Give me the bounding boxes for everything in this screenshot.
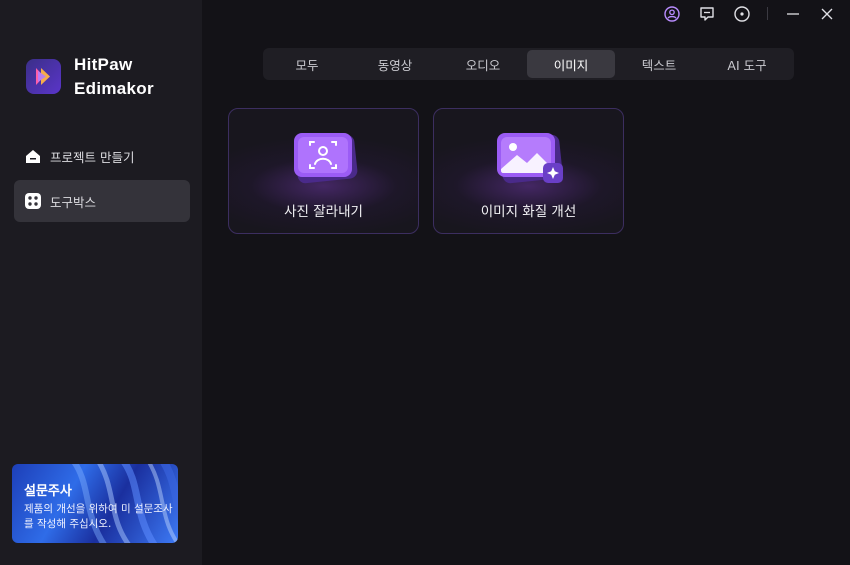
tab-video[interactable]: 동영상 — [351, 50, 439, 78]
app-logo-icon — [26, 59, 61, 94]
survey-banner[interactable]: 설문주사 제품의 개선을 위하여 미 설문조사를 작성해 주십시오. — [12, 464, 178, 543]
sidebar-item-toolbox[interactable]: 도구박스 — [14, 180, 190, 222]
tool-card-label: 사진 잘라내기 — [284, 204, 363, 220]
tool-card-photo-crop[interactable]: 사진 잘라내기 — [228, 108, 419, 234]
portrait-crop-icon — [294, 133, 358, 184]
survey-title: 설문주사 — [24, 484, 72, 499]
tab-image[interactable]: 이미지 — [527, 50, 615, 78]
app-name-line1: HitPaw — [74, 55, 133, 74]
home-icon — [24, 147, 42, 165]
app-name: HitPaw Edimakor — [74, 53, 154, 101]
minimize-icon[interactable] — [783, 4, 803, 24]
image-enhance-icon — [497, 133, 563, 184]
survey-description: 제품의 개선을 위하여 미 설문조사를 작성해 주십시오. — [24, 503, 173, 530]
tool-card-image-enhance[interactable]: 이미지 화질 개선 — [433, 108, 624, 234]
user-icon[interactable] — [662, 4, 682, 24]
sidebar-item-create-project[interactable]: 프로젝트 만들기 — [14, 135, 190, 177]
toolbox-icon — [24, 192, 42, 210]
tab-text[interactable]: 텍스트 — [617, 50, 701, 78]
tab-all[interactable]: 모두 — [267, 50, 347, 78]
feedback-icon[interactable] — [697, 4, 717, 24]
sidebar: HitPaw Edimakor 프로젝트 만들기 도구박스 설문주사 제품의 개… — [0, 0, 202, 565]
window-controls-divider — [767, 7, 768, 20]
tool-card-label: 이미지 화질 개선 — [480, 204, 577, 220]
tab-ai-tools[interactable]: AI 도구 — [705, 50, 789, 78]
tab-audio[interactable]: 오디오 — [441, 50, 525, 78]
close-icon[interactable] — [817, 4, 837, 24]
app-name-line2: Edimakor — [74, 79, 154, 98]
sidebar-item-label: 프로젝트 만들기 — [50, 149, 135, 165]
sidebar-item-label: 도구박스 — [50, 194, 97, 210]
menu-icon[interactable] — [732, 4, 752, 24]
category-tabs: 모두 동영상 오디오 이미지 텍스트 AI 도구 — [263, 48, 794, 80]
